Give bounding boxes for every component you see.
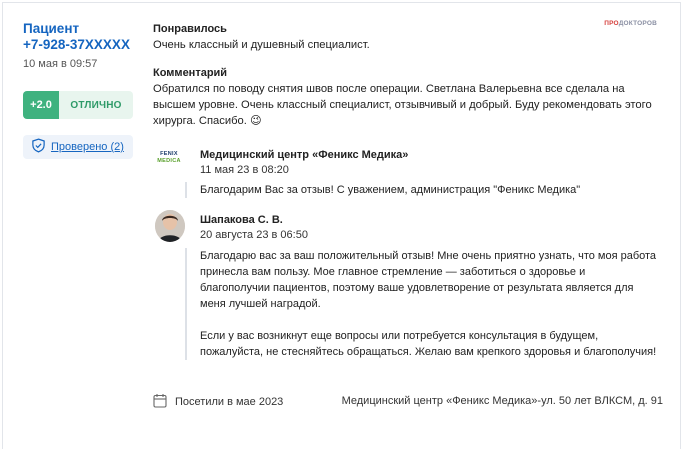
shield-check-icon (31, 138, 51, 156)
clinic-reply-author: Медицинский центр «Феникс Медика» (200, 149, 409, 161)
clinic-reply-text: Благодарим Вас за отзыв! С уважением, ад… (200, 184, 581, 196)
clinic-reply-date: 11 мая 23 в 08:20 (200, 164, 289, 176)
doctor-reply: Шапакова С. В. 20 августа 23 в 06:50 Бла… (153, 210, 658, 360)
doctor-reply-date: 20 августа 23 в 06:50 (200, 229, 308, 241)
liked-title: Понравилось (153, 23, 227, 35)
verified-label: Проверено (2) (51, 141, 124, 153)
rating-badge: +2.0 ОТЛИЧНО (23, 91, 133, 119)
doctor-reply-paragraph-2: Если у вас возникнут еще вопросы или пот… (200, 330, 657, 358)
review-content: Понравилось Очень классный и душевный сп… (153, 23, 658, 129)
liked-text: Очень классный и душевный специалист. (153, 39, 370, 51)
patient-panel: Пациент +7-928-37XXXXX 10 мая в 09:57 +2… (23, 21, 135, 159)
clinic-logo: FENIX MEDICA (155, 151, 183, 165)
visit-info: Посетили в мае 2023 (153, 393, 283, 411)
patient-name: Пациент (23, 21, 80, 36)
doctor-reply-paragraph-1: Благодарю вас за ваш положительный отзыв… (200, 250, 657, 310)
clinic-reply: FENIX MEDICA Медицинский центр «Феникс Ме… (153, 145, 658, 198)
rating-score: +2.0 (23, 91, 59, 119)
doctor-reply-body: Благодарю вас за ваш положительный отзыв… (185, 248, 658, 360)
comment-text: Обратился по поводу снятия швов после оп… (153, 83, 652, 127)
rating-label: ОТЛИЧНО (59, 91, 133, 119)
review-card: ПРОДОКТОРОВ Пациент +7-928-37XXXXX 10 ма… (2, 2, 681, 449)
doctor-avatar (155, 210, 185, 242)
visit-date: Посетили в мае 2023 (175, 396, 284, 408)
clinic-reply-body: Благодарим Вас за отзыв! С уважением, ад… (185, 182, 658, 198)
patient-phone: +7-928-37XXXXX (23, 37, 130, 52)
calendar-icon (153, 393, 175, 411)
verified-link[interactable]: Проверено (2) (23, 135, 133, 159)
review-date: 10 мая в 09:57 (23, 58, 98, 70)
comment-title: Комментарий (153, 67, 228, 79)
doctor-reply-author: Шапакова С. В. (200, 214, 283, 226)
clinic-logo-line1: FENIX (160, 151, 178, 157)
clinic-address: Медицинский центр «Феникс Медика»-ул. 50… (341, 395, 663, 407)
clinic-logo-line2: MEDICA (157, 158, 181, 164)
